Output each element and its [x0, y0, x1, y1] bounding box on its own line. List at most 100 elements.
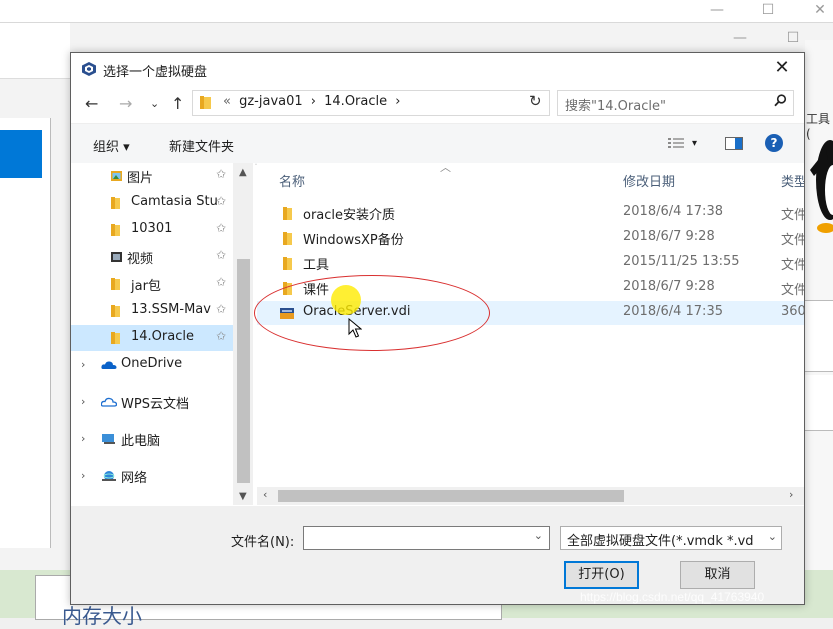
nav-item-label: jar包 [131, 279, 161, 294]
breadcrumb-separator[interactable]: › [311, 94, 316, 109]
select-virtual-disk-dialog: 选择一个虚拟硬盘 ✕ ← → ⌄ ↑ « gz-java01 › 14.Orac… [70, 52, 805, 605]
folder-icon [283, 257, 292, 270]
wps-cloud-icon [101, 397, 117, 407]
nav-item-label: 图片 [127, 171, 154, 186]
new-folder-button[interactable]: 新建文件夹 [169, 136, 234, 155]
file-name: oracle安装介质 [303, 208, 396, 223]
filter-dropdown-chevron-icon[interactable]: ⌄ [768, 530, 777, 543]
nav-item-label: WPS云文档 [121, 397, 189, 412]
nav-item-pictures[interactable]: 图片 ✩ [71, 163, 233, 189]
file-type: 文件 [781, 208, 804, 223]
nav-item-label: 10301 [131, 221, 173, 236]
column-header-type[interactable]: 类型 [781, 171, 804, 190]
pin-icon[interactable]: ✩ [216, 248, 226, 262]
folder-icon [283, 232, 292, 245]
nav-item-14-oracle[interactable]: 14.Oracle ✩ [71, 325, 233, 351]
scroll-left-arrow-icon[interactable]: ‹ [263, 488, 267, 501]
nav-item-onedrive[interactable]: › OneDrive [71, 352, 233, 378]
file-type-filter-value: 全部虚拟硬盘文件(*.vmdk *.vd [567, 534, 754, 549]
folder-icon [283, 207, 292, 220]
folder-icon [283, 282, 292, 295]
background-right-panel-2 [805, 375, 833, 431]
column-header-date[interactable]: 修改日期 [623, 171, 675, 190]
expand-chevron-icon[interactable]: › [81, 469, 85, 482]
pin-icon[interactable]: ✩ [216, 194, 226, 208]
file-row[interactable]: 课件 2018/6/7 9:28 文件 [257, 276, 804, 300]
nav-item-wps-cloud[interactable]: › WPS云文档 [71, 389, 233, 415]
nav-item-network[interactable]: › 网络 [71, 463, 233, 489]
folder-icon [111, 332, 120, 344]
file-row-oracleserver-vdi[interactable]: OracleServer.vdi 2018/6/4 17:35 360 [257, 301, 804, 325]
help-icon[interactable]: ? [765, 134, 783, 152]
search-icon[interactable] [774, 94, 787, 111]
back-arrow-icon[interactable]: ← [85, 94, 98, 113]
search-input[interactable]: 搜索"14.Oracle" [557, 90, 794, 116]
navigation-bar: ← → ⌄ ↑ « gz-java01 › 14.Oracle › ⌄ ↻ 搜索… [71, 85, 804, 123]
pin-icon[interactable]: ✩ [216, 302, 226, 316]
background-maximize-button[interactable]: ☐ [748, 0, 788, 22]
dialog-close-button[interactable]: ✕ [770, 57, 794, 78]
nav-item-videos[interactable]: 视频 ✩ [71, 244, 233, 270]
file-row[interactable]: 工具 2015/11/25 13:55 文件 [257, 251, 804, 275]
nav-item-label: 网络 [121, 471, 148, 486]
up-arrow-icon[interactable]: ↑ [171, 94, 184, 113]
file-type-filter-select[interactable]: 全部虚拟硬盘文件(*.vmdk *.vd ⌄ [560, 526, 782, 550]
nav-item-camtasia[interactable]: Camtasia Stu ✩ [71, 190, 233, 216]
breadcrumb-14-oracle[interactable]: 14.Oracle [324, 94, 387, 109]
pin-icon[interactable]: ✩ [216, 275, 226, 289]
scrollbar-thumb[interactable] [237, 259, 250, 483]
nav-item-ssm-maven[interactable]: 13.SSM-Mav ✩ [71, 298, 233, 324]
nav-item-label: Camtasia Stu [131, 194, 218, 209]
background-inner-minimize-button[interactable]: — [720, 28, 760, 50]
file-date: 2018/6/7 9:28 [623, 279, 715, 294]
file-type: 文件 [781, 233, 804, 248]
file-list-horizontal-scrollbar[interactable]: ‹ › [257, 487, 804, 505]
navigation-pane-scrollbar[interactable]: ▲ ▼ [233, 163, 253, 505]
command-bar: 组织 ▾ 新建文件夹 ▾ ? [71, 123, 804, 165]
forward-arrow-icon[interactable]: → [119, 94, 132, 113]
pin-icon[interactable]: ✩ [216, 329, 226, 343]
address-overflow-chevron[interactable]: « [223, 94, 231, 109]
expand-chevron-icon[interactable]: › [81, 358, 85, 371]
background-selected-vm[interactable] [0, 130, 42, 178]
nav-item-this-pc[interactable]: › 此电脑 [71, 426, 233, 452]
view-options-icon[interactable] [668, 137, 684, 153]
preview-pane-icon[interactable] [725, 137, 743, 154]
open-button[interactable]: 打开(O) [564, 561, 639, 589]
filename-dropdown-chevron-icon[interactable]: ⌄ [534, 529, 543, 542]
search-placeholder: 搜索"14.Oracle" [565, 99, 666, 114]
sort-ascending-icon: ︿ [440, 161, 451, 174]
pin-icon[interactable]: ✩ [216, 167, 226, 181]
nav-item-jar[interactable]: jar包 ✩ [71, 271, 233, 297]
virtualbox-icon [81, 61, 97, 81]
file-row[interactable]: WindowsXP备份 2018/6/7 9:28 文件 [257, 226, 804, 250]
videos-icon [111, 252, 122, 262]
background-close-button[interactable]: ✕ [800, 0, 833, 22]
view-dropdown-chevron-icon[interactable]: ▾ [692, 138, 697, 149]
breadcrumb-gz-java01[interactable]: gz-java01 [239, 94, 303, 109]
file-date: 2018/6/7 9:28 [623, 229, 715, 244]
scroll-up-arrow-icon[interactable]: ▲ [239, 167, 247, 178]
dialog-titlebar: 选择一个虚拟硬盘 ✕ [71, 53, 804, 85]
expand-chevron-icon[interactable]: › [81, 395, 85, 408]
scroll-right-arrow-icon[interactable]: › [789, 488, 793, 501]
refresh-icon[interactable]: ↻ [529, 92, 542, 110]
breadcrumb-separator[interactable]: › [395, 94, 400, 109]
folder-icon [111, 305, 120, 317]
background-minimize-button[interactable]: — [697, 0, 737, 22]
address-bar[interactable]: « gz-java01 › 14.Oracle › ⌄ [192, 90, 639, 116]
nav-item-10301[interactable]: 10301 ✩ [71, 217, 233, 243]
cancel-button[interactable]: 取消 [680, 561, 755, 589]
file-type: 360 [781, 304, 804, 319]
scrollbar-thumb[interactable] [278, 490, 624, 502]
pictures-icon [111, 171, 122, 181]
pin-icon[interactable]: ✩ [216, 221, 226, 235]
file-row[interactable]: oracle安装介质 2018/6/4 17:38 文件 [257, 201, 804, 225]
scroll-down-arrow-icon[interactable]: ▼ [239, 491, 247, 502]
organize-button[interactable]: 组织 ▾ [93, 136, 130, 155]
expand-chevron-icon[interactable]: › [81, 432, 85, 445]
recent-locations-chevron-icon[interactable]: ⌄ [150, 97, 159, 110]
navigation-pane: 图片 ✩ Camtasia Stu ✩ 10301 ✩ 视频 ✩ jar包 ✩ … [71, 163, 255, 505]
column-header-name[interactable]: 名称 [279, 171, 305, 190]
filename-input[interactable]: ⌄ [303, 526, 550, 550]
